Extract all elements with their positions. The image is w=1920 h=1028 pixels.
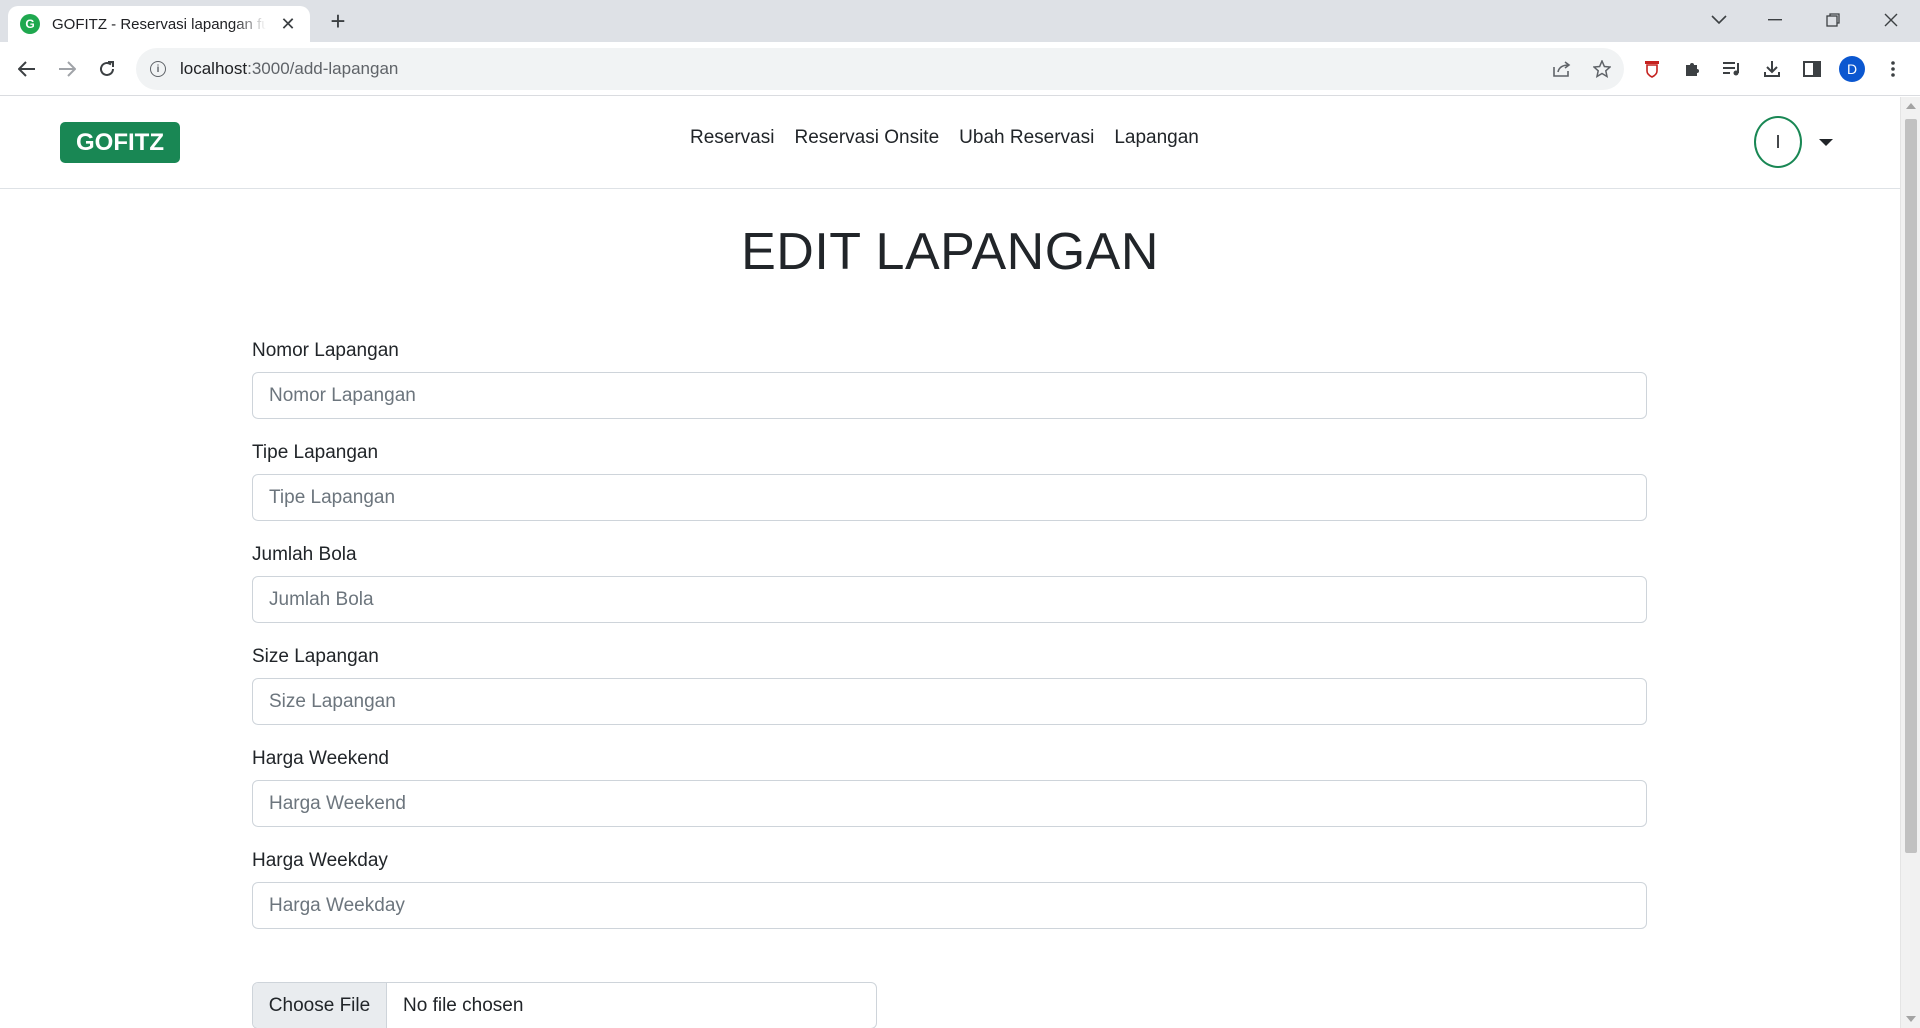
browser-menu-icon[interactable]	[1879, 55, 1907, 83]
harga-weekend-input[interactable]	[252, 780, 1647, 827]
extension-shield-icon[interactable]	[1638, 55, 1666, 83]
download-icon[interactable]	[1758, 55, 1786, 83]
field-label: Harga Weekend	[252, 748, 389, 769]
file-status: No file chosen	[403, 994, 524, 1016]
field-label: Nomor Lapangan	[252, 340, 399, 361]
field-label: Size Lapangan	[252, 646, 379, 667]
app-navbar: GOFITZ Reservasi Reservasi Onsite Ubah R…	[0, 97, 1900, 189]
tab-search-icon[interactable]	[1696, 4, 1742, 36]
nav-link-lapangan[interactable]: Lapangan	[1114, 127, 1199, 149]
restore-button[interactable]	[1810, 4, 1856, 36]
page-title: EDIT LAPANGAN	[741, 223, 1159, 281]
side-panel-icon[interactable]	[1798, 55, 1826, 83]
bookmark-star-icon[interactable]	[1590, 57, 1614, 81]
nav-links: Reservasi Reservasi Onsite Ubah Reservas…	[690, 127, 1199, 149]
url-text: localhost:3000/add-lapangan	[180, 59, 398, 79]
field-nomor-lapangan: Nomor Lapangan	[252, 340, 1647, 419]
nav-link-reservasi[interactable]: Reservasi	[690, 127, 774, 149]
back-icon[interactable]	[11, 53, 43, 85]
choose-file-button[interactable]: Choose File	[253, 983, 387, 1028]
profile-avatar[interactable]: D	[1839, 56, 1865, 82]
user-avatar[interactable]: I	[1754, 116, 1802, 168]
field-label: Tipe Lapangan	[252, 442, 379, 463]
site-info-icon[interactable]: i	[150, 61, 166, 77]
harga-weekday-input[interactable]	[252, 882, 1647, 929]
jumlah-bola-input[interactable]	[252, 576, 1647, 623]
nomor-lapangan-input[interactable]	[252, 372, 1647, 419]
page-viewport: GOFITZ Reservasi Reservasi Onsite Ubah R…	[0, 97, 1900, 1028]
forward-icon[interactable]	[51, 53, 83, 85]
field-harga-weekend: Harga Weekend	[252, 748, 1647, 827]
field-label: Jumlah Bola	[252, 544, 357, 565]
favicon-icon: G	[20, 14, 40, 34]
tipe-lapangan-input[interactable]	[252, 474, 1647, 521]
browser-tabstrip: G GOFITZ - Reservasi lapangan futsal ✕ +	[0, 0, 1920, 42]
media-queue-icon[interactable]	[1718, 55, 1746, 83]
page-scrollbar[interactable]	[1900, 97, 1920, 1028]
scroll-down-icon[interactable]	[1906, 1016, 1916, 1022]
nav-link-reservasi-onsite[interactable]: Reservasi Onsite	[794, 127, 939, 149]
minimize-button[interactable]	[1752, 4, 1798, 36]
address-bar[interactable]: i localhost:3000/add-lapangan	[136, 48, 1624, 90]
new-tab-button[interactable]: +	[324, 8, 352, 36]
url-path: :3000/add-lapangan	[247, 59, 399, 78]
scroll-up-icon[interactable]	[1906, 103, 1916, 109]
url-host: localhost	[180, 59, 248, 78]
tab-title: GOFITZ - Reservasi lapangan futsal	[52, 15, 266, 33]
reload-icon[interactable]	[91, 53, 123, 85]
edit-lapangan-form: Nomor Lapangan Tipe Lapangan Jumlah Bola…	[252, 340, 1647, 952]
tab-close-icon[interactable]: ✕	[278, 14, 298, 35]
size-lapangan-input[interactable]	[252, 678, 1647, 725]
file-upload-input[interactable]: Choose File No file chosen	[252, 982, 877, 1028]
brand-logo[interactable]: GOFITZ	[60, 122, 180, 163]
field-tipe-lapangan: Tipe Lapangan	[252, 442, 1647, 521]
field-label: Harga Weekday	[252, 850, 388, 871]
close-window-button[interactable]	[1868, 4, 1914, 36]
share-icon[interactable]	[1550, 57, 1574, 81]
field-size-lapangan: Size Lapangan	[252, 646, 1647, 725]
field-harga-weekday: Harga Weekday	[252, 850, 1647, 929]
extensions-puzzle-icon[interactable]	[1678, 55, 1706, 83]
browser-tab[interactable]: G GOFITZ - Reservasi lapangan futsal ✕	[8, 6, 310, 42]
caret-down-icon[interactable]	[1819, 139, 1833, 146]
nav-link-ubah-reservasi[interactable]: Ubah Reservasi	[959, 127, 1094, 149]
scrollbar-thumb[interactable]	[1905, 119, 1917, 853]
field-jumlah-bola: Jumlah Bola	[252, 544, 1647, 623]
browser-toolbar: i localhost:3000/add-lapangan D	[0, 42, 1920, 96]
